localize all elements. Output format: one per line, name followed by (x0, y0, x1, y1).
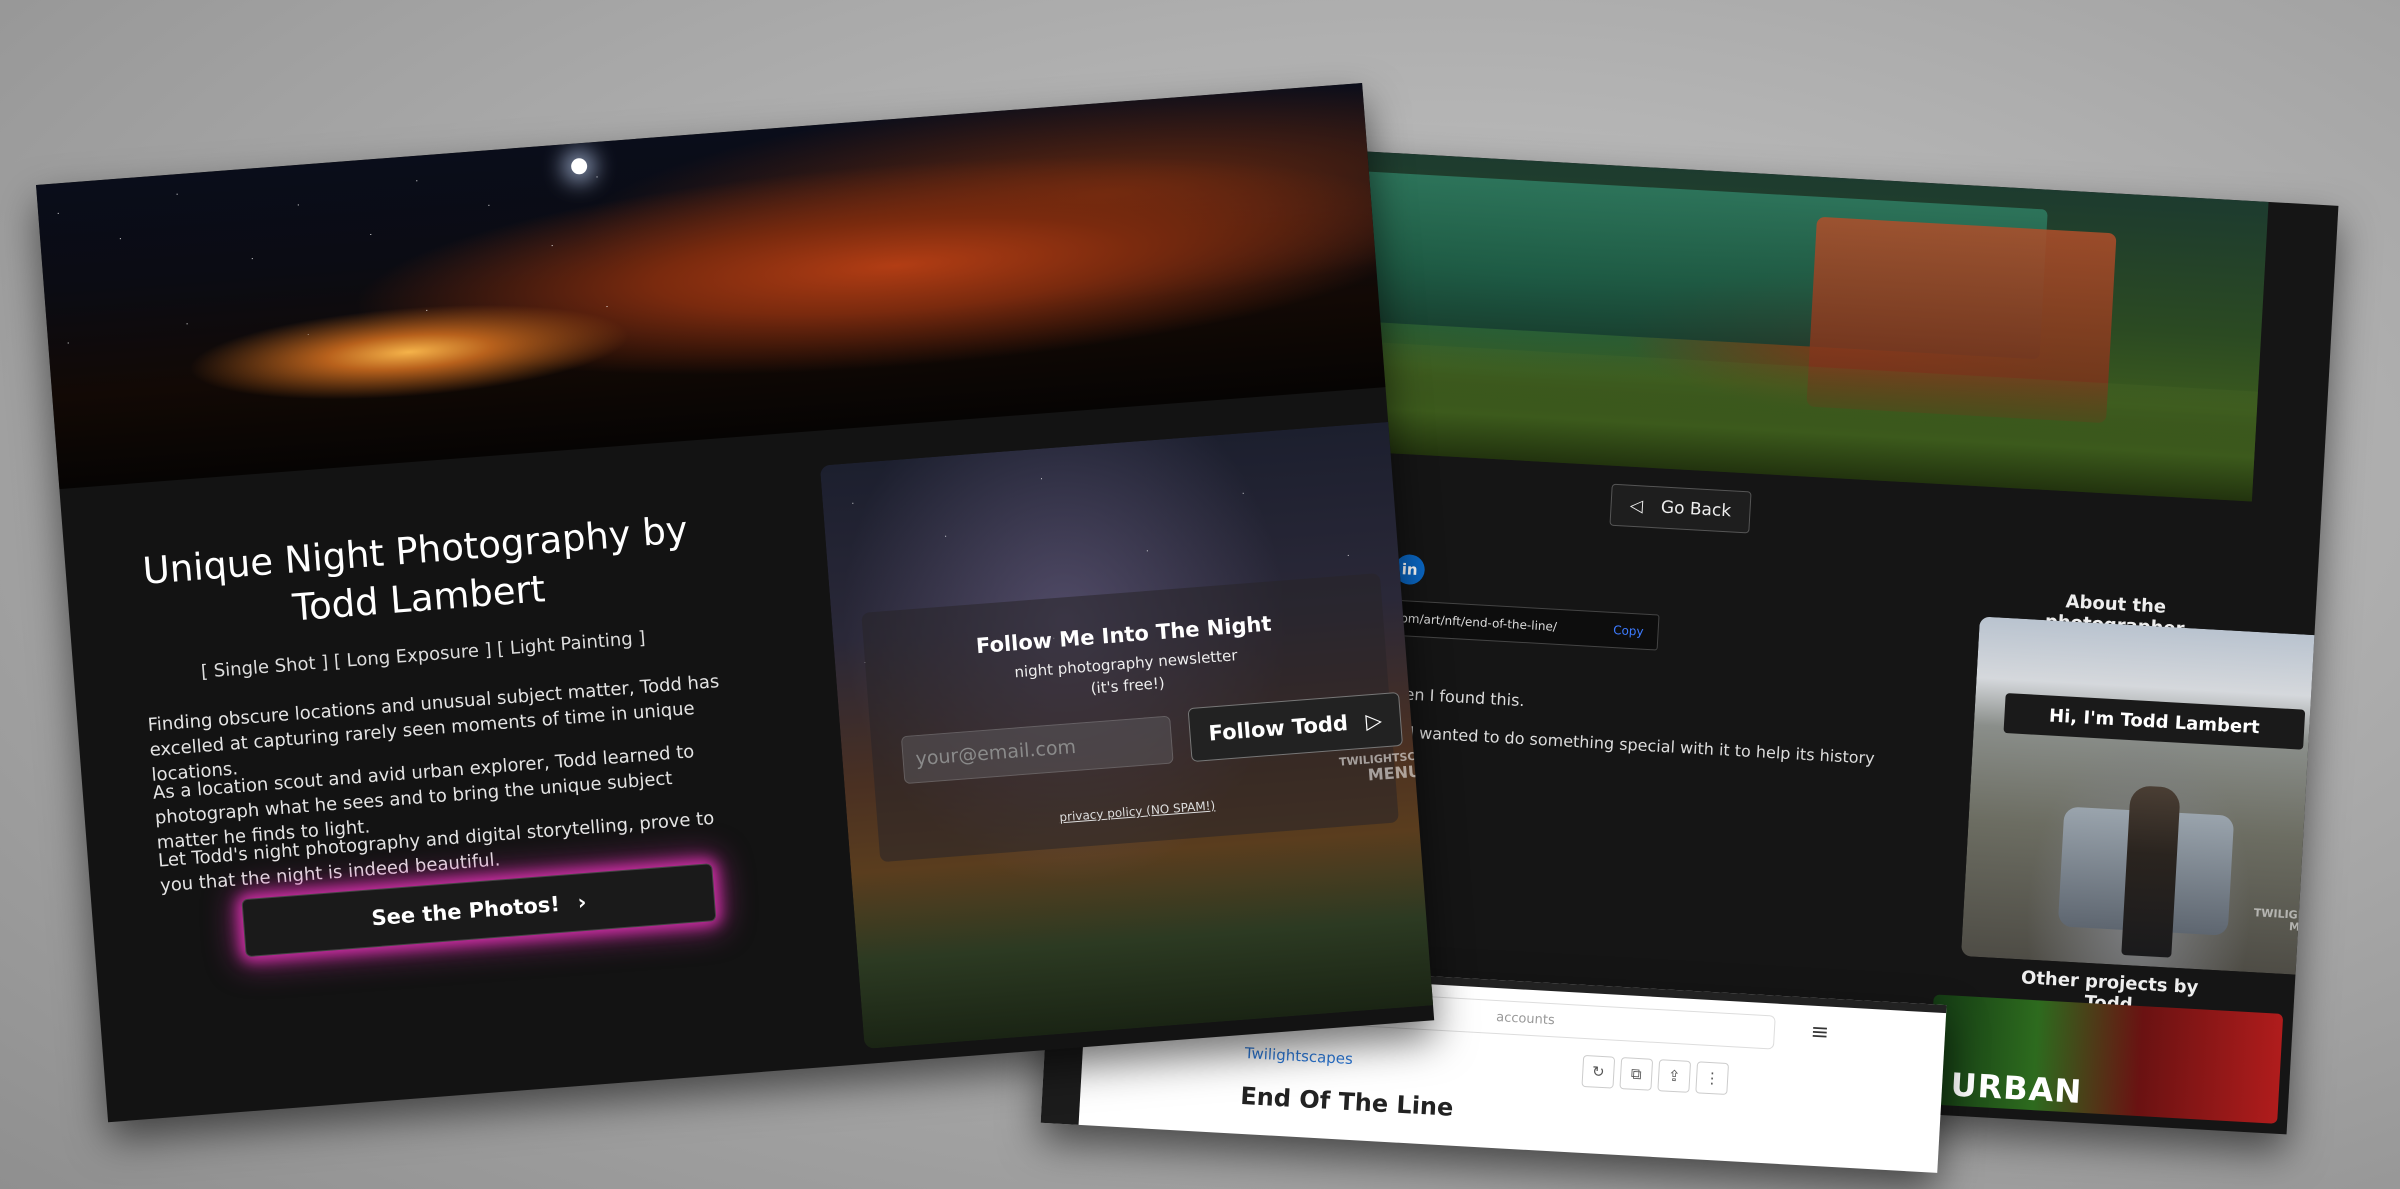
homepage-card: Unique Night Photography by Todd Lambert… (36, 82, 1435, 1123)
campfire-hero-image (36, 82, 1386, 490)
person-shape (2121, 785, 2181, 958)
send-icon: ▷ (1364, 708, 1383, 734)
chevron-right-icon: › (576, 889, 588, 915)
follow-todd-button[interactable]: Follow Todd ▷ (1187, 691, 1404, 763)
train-hero-image (1323, 150, 2269, 502)
other-project-thumb-text: URBAN (1949, 1065, 2084, 1111)
page-title: Unique Night Photography by Todd Lambert (141, 508, 690, 630)
photographer-photo: Hi, I'm Todd Lambert TWILIGHTSCAPES MENU (1960, 616, 2330, 976)
embed-toolbar: ↻ ⧉ ⇪ ⋮ (1581, 1054, 1730, 1096)
share-icon[interactable]: ⇪ (1657, 1059, 1692, 1093)
go-back-button[interactable]: ◁ Go Back (1609, 483, 1752, 534)
follow-todd-label: Follow Todd (1207, 710, 1349, 746)
back-arrow-icon: ◁ (1629, 495, 1644, 517)
more-options-icon[interactable]: ⋮ (1695, 1061, 1730, 1096)
newsletter-signup: Follow Me Into The Night night photograp… (819, 421, 1435, 1049)
twilightscapes-menu-logo[interactable]: TWILIGHTSCAPES MENU (2253, 906, 2329, 937)
go-back-label: Go Back (1660, 497, 1732, 522)
other-project-thumbnail[interactable]: URBAN (1927, 994, 2284, 1124)
open-external-icon[interactable]: ⧉ (1619, 1057, 1654, 1091)
email-field[interactable] (900, 715, 1174, 785)
privacy-policy-link[interactable]: privacy policy (NO SPAM!) (878, 784, 1398, 838)
grass-shape (1323, 339, 2258, 502)
hamburger-menu-icon[interactable]: ≡ (1804, 1019, 1836, 1051)
embed-title: End Of The Line (1239, 1081, 1455, 1122)
refresh-icon[interactable]: ↻ (1581, 1054, 1616, 1089)
copy-button[interactable]: Copy (1613, 623, 1644, 639)
see-photos-label: See the Photos! (370, 891, 561, 931)
embed-brand-link[interactable]: Twilightscapes (1244, 1044, 1353, 1068)
photographer-badge: Hi, I'm Todd Lambert (2003, 693, 2306, 750)
night-stars (36, 138, 648, 355)
story-text-line: ne, but I wanted to do something special… (1347, 719, 1876, 768)
newsletter-panel: Follow Me Into The Night night photograp… (861, 573, 1404, 863)
